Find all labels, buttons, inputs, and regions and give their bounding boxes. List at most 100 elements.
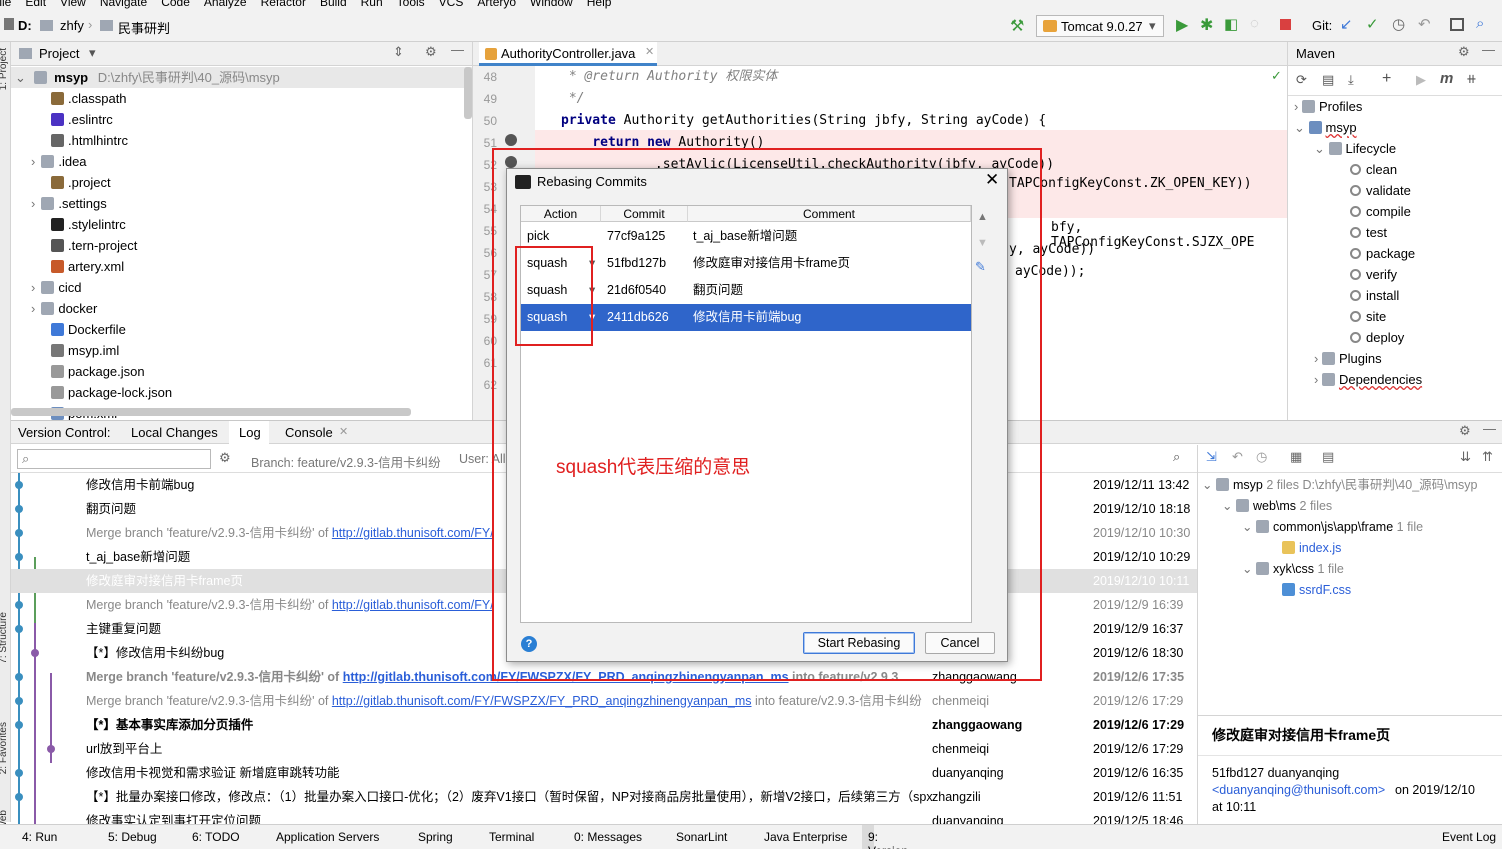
menu-item[interactable]: VCS	[439, 0, 464, 9]
changes-css[interactable]: ⌄ xyk\css 1 file	[1242, 559, 1344, 580]
menu-item[interactable]: Tools	[397, 0, 425, 9]
editor-tab[interactable]: AuthorityController.java ✕	[479, 42, 657, 66]
maven-goal-validate[interactable]: validate	[1350, 180, 1411, 201]
project-file-row[interactable]: .eslintrc	[51, 109, 113, 130]
maven-dependencies[interactable]: › Dependencies	[1314, 369, 1422, 390]
history-icon[interactable]: ◷	[1392, 15, 1405, 33]
menu-item[interactable]: View	[60, 0, 86, 9]
project-folder-row[interactable]: › docker	[31, 298, 97, 319]
menu-item[interactable]: Navigate	[100, 0, 147, 9]
changes-frame[interactable]: ⌄ common\js\app\frame 1 file	[1242, 517, 1423, 538]
tool-sonarlint[interactable]: SonarLint	[676, 830, 727, 844]
log-row[interactable]: url放到平台上 chenmeiqi 2019/12/6 17:29	[11, 737, 1197, 761]
search-everywhere-icon[interactable]: ⌕	[1476, 15, 1484, 32]
project-folder-row[interactable]: › .idea	[31, 151, 87, 172]
show-diff-icon[interactable]: ⇲	[1206, 449, 1217, 465]
debug-icon[interactable]: ✱	[1200, 15, 1213, 35]
build-hammer-icon[interactable]: ⚒	[1010, 16, 1024, 36]
tool-messages[interactable]: 0: Messages	[574, 830, 642, 844]
project-file-row[interactable]: package.json	[51, 361, 145, 382]
close-icon[interactable]: ✕	[645, 45, 654, 58]
menu-item[interactable]: Build	[320, 0, 347, 9]
project-file-row[interactable]: .tern-project	[51, 235, 137, 256]
tool-todo[interactable]: 6: TODO	[192, 830, 240, 844]
menu-item[interactable]: Code	[161, 0, 190, 9]
run-icon[interactable]: ▶	[1176, 15, 1188, 35]
reload-icon[interactable]: ⟳	[1296, 72, 1307, 88]
menu-item[interactable]: Help	[587, 0, 612, 9]
tab-console[interactable]: Console	[285, 425, 333, 440]
maven-execute-icon[interactable]: m	[1440, 70, 1453, 87]
project-file-row[interactable]: .classpath	[51, 88, 127, 109]
project-folder-row[interactable]: › .settings	[31, 193, 107, 214]
gear-icon[interactable]: ⚙	[425, 44, 437, 60]
coverage-icon[interactable]: ◧	[1224, 15, 1238, 33]
group-by-icon[interactable]: ▦	[1290, 449, 1302, 465]
project-file-row[interactable]: artery.xml	[51, 256, 124, 277]
maven-goal-install[interactable]: install	[1350, 285, 1399, 306]
menu-item[interactable]: Run	[361, 0, 383, 9]
menu-item[interactable]: Edit	[25, 0, 46, 9]
inspection-ok-icon[interactable]: ✓	[1271, 68, 1282, 84]
maven-lifecycle[interactable]: ⌄ Lifecycle	[1314, 138, 1396, 159]
horizontal-scrollbar[interactable]	[11, 408, 411, 416]
toggle-offline-icon[interactable]: ⧺	[1466, 71, 1477, 87]
vcs-update-icon[interactable]: ↙	[1340, 15, 1353, 33]
close-icon[interactable]: ✕	[339, 425, 348, 438]
minimize-icon[interactable]: —	[451, 42, 464, 57]
project-file-row[interactable]: Dockerfile	[51, 319, 126, 340]
run-config-select[interactable]: Tomcat 9.0.27 ▾	[1036, 15, 1164, 37]
breadcrumb-msyp[interactable]: 民事研判	[118, 18, 170, 37]
breakpoint-icon[interactable]	[505, 134, 517, 146]
project-file-row[interactable]: .stylelintrc	[51, 214, 126, 235]
project-root-row[interactable]: ⌄ msyp D:\zhfy\民事研判\40_源码\msyp	[11, 67, 472, 88]
gear-icon[interactable]: ⚙	[219, 450, 231, 466]
menu-item[interactable]: Window	[530, 0, 573, 9]
minimize-icon[interactable]: —	[1483, 421, 1496, 436]
tool-app-servers[interactable]: Application Servers	[276, 830, 379, 844]
run-goal-icon[interactable]: ▶	[1416, 72, 1426, 88]
tab-log[interactable]: Log	[229, 421, 269, 444]
project-structure-icon[interactable]	[1450, 18, 1464, 31]
collapse-all-icon[interactable]: ⇕	[393, 44, 404, 60]
add-icon[interactable]: +	[1382, 70, 1391, 88]
maven-goal-verify[interactable]: verify	[1350, 264, 1397, 285]
changes-file-indexjs[interactable]: index.js	[1282, 538, 1341, 559]
download-icon[interactable]: ⤓	[1348, 72, 1354, 88]
maven-plugins[interactable]: › Plugins	[1314, 348, 1382, 369]
collapse-all-icon[interactable]: ⇈	[1482, 449, 1493, 465]
tool-run[interactable]: 4: Run	[22, 830, 57, 844]
project-file-row[interactable]: package-lock.json	[51, 382, 172, 403]
log-search-input[interactable]: ⌕	[17, 449, 211, 469]
maven-goal-test[interactable]: test	[1350, 222, 1387, 243]
generate-sources-icon[interactable]: ▤	[1322, 72, 1334, 88]
tool-java-enterprise[interactable]: Java Enterprise	[764, 830, 847, 844]
branch-filter[interactable]: Branch: feature/v2.9.3-信用卡纠纷	[251, 452, 441, 471]
changes-root[interactable]: ⌄ msyp 2 files D:\zhfy\民事研判\40_源码\msyp	[1202, 475, 1478, 496]
search-icon[interactable]: ⌕	[1173, 449, 1180, 465]
project-folder-row[interactable]: › cicd	[31, 277, 81, 298]
minimize-icon[interactable]: —	[1482, 42, 1495, 57]
log-row[interactable]: 修改信用卡视觉和需求验证 新增庭审跳转功能 duanyanqing 2019/12/…	[11, 761, 1197, 785]
maven-goal-clean[interactable]: clean	[1350, 159, 1397, 180]
menu-item[interactable]: Arteryo	[477, 0, 516, 9]
side-tab-project[interactable]: 1: Project	[0, 48, 9, 90]
tool-spring[interactable]: Spring	[418, 830, 453, 844]
history-icon[interactable]: ◷	[1256, 449, 1267, 465]
menu-item[interactable]: Refactor	[261, 0, 306, 9]
project-file-row[interactable]: .project	[51, 172, 111, 193]
project-panel-title[interactable]: Project	[39, 46, 79, 61]
tool-debug[interactable]: 5: Debug	[108, 830, 157, 844]
maven-goal-deploy[interactable]: deploy	[1350, 327, 1404, 348]
vcs-commit-icon[interactable]: ✓	[1366, 15, 1379, 33]
commit-link[interactable]: http://gitlab.thunisoft.com/FY/FWSPZX/FY…	[332, 694, 752, 708]
menu-item[interactable]: File	[0, 0, 11, 9]
commit-detail-email[interactable]: <duanyanqing@thunisoft.com>	[1212, 783, 1385, 797]
maven-project[interactable]: ⌄ msyp	[1294, 117, 1357, 138]
revert-icon[interactable]: ↶	[1418, 15, 1431, 33]
scrollbar-thumb[interactable]	[464, 67, 472, 119]
preview-icon[interactable]: ▤	[1322, 449, 1334, 465]
maven-profiles[interactable]: › Profiles	[1294, 96, 1362, 117]
commit-link[interactable]: http://gitlab.thunisoft.com/FY/	[332, 526, 494, 540]
side-tab-structure[interactable]: 7: Structure	[0, 612, 9, 664]
